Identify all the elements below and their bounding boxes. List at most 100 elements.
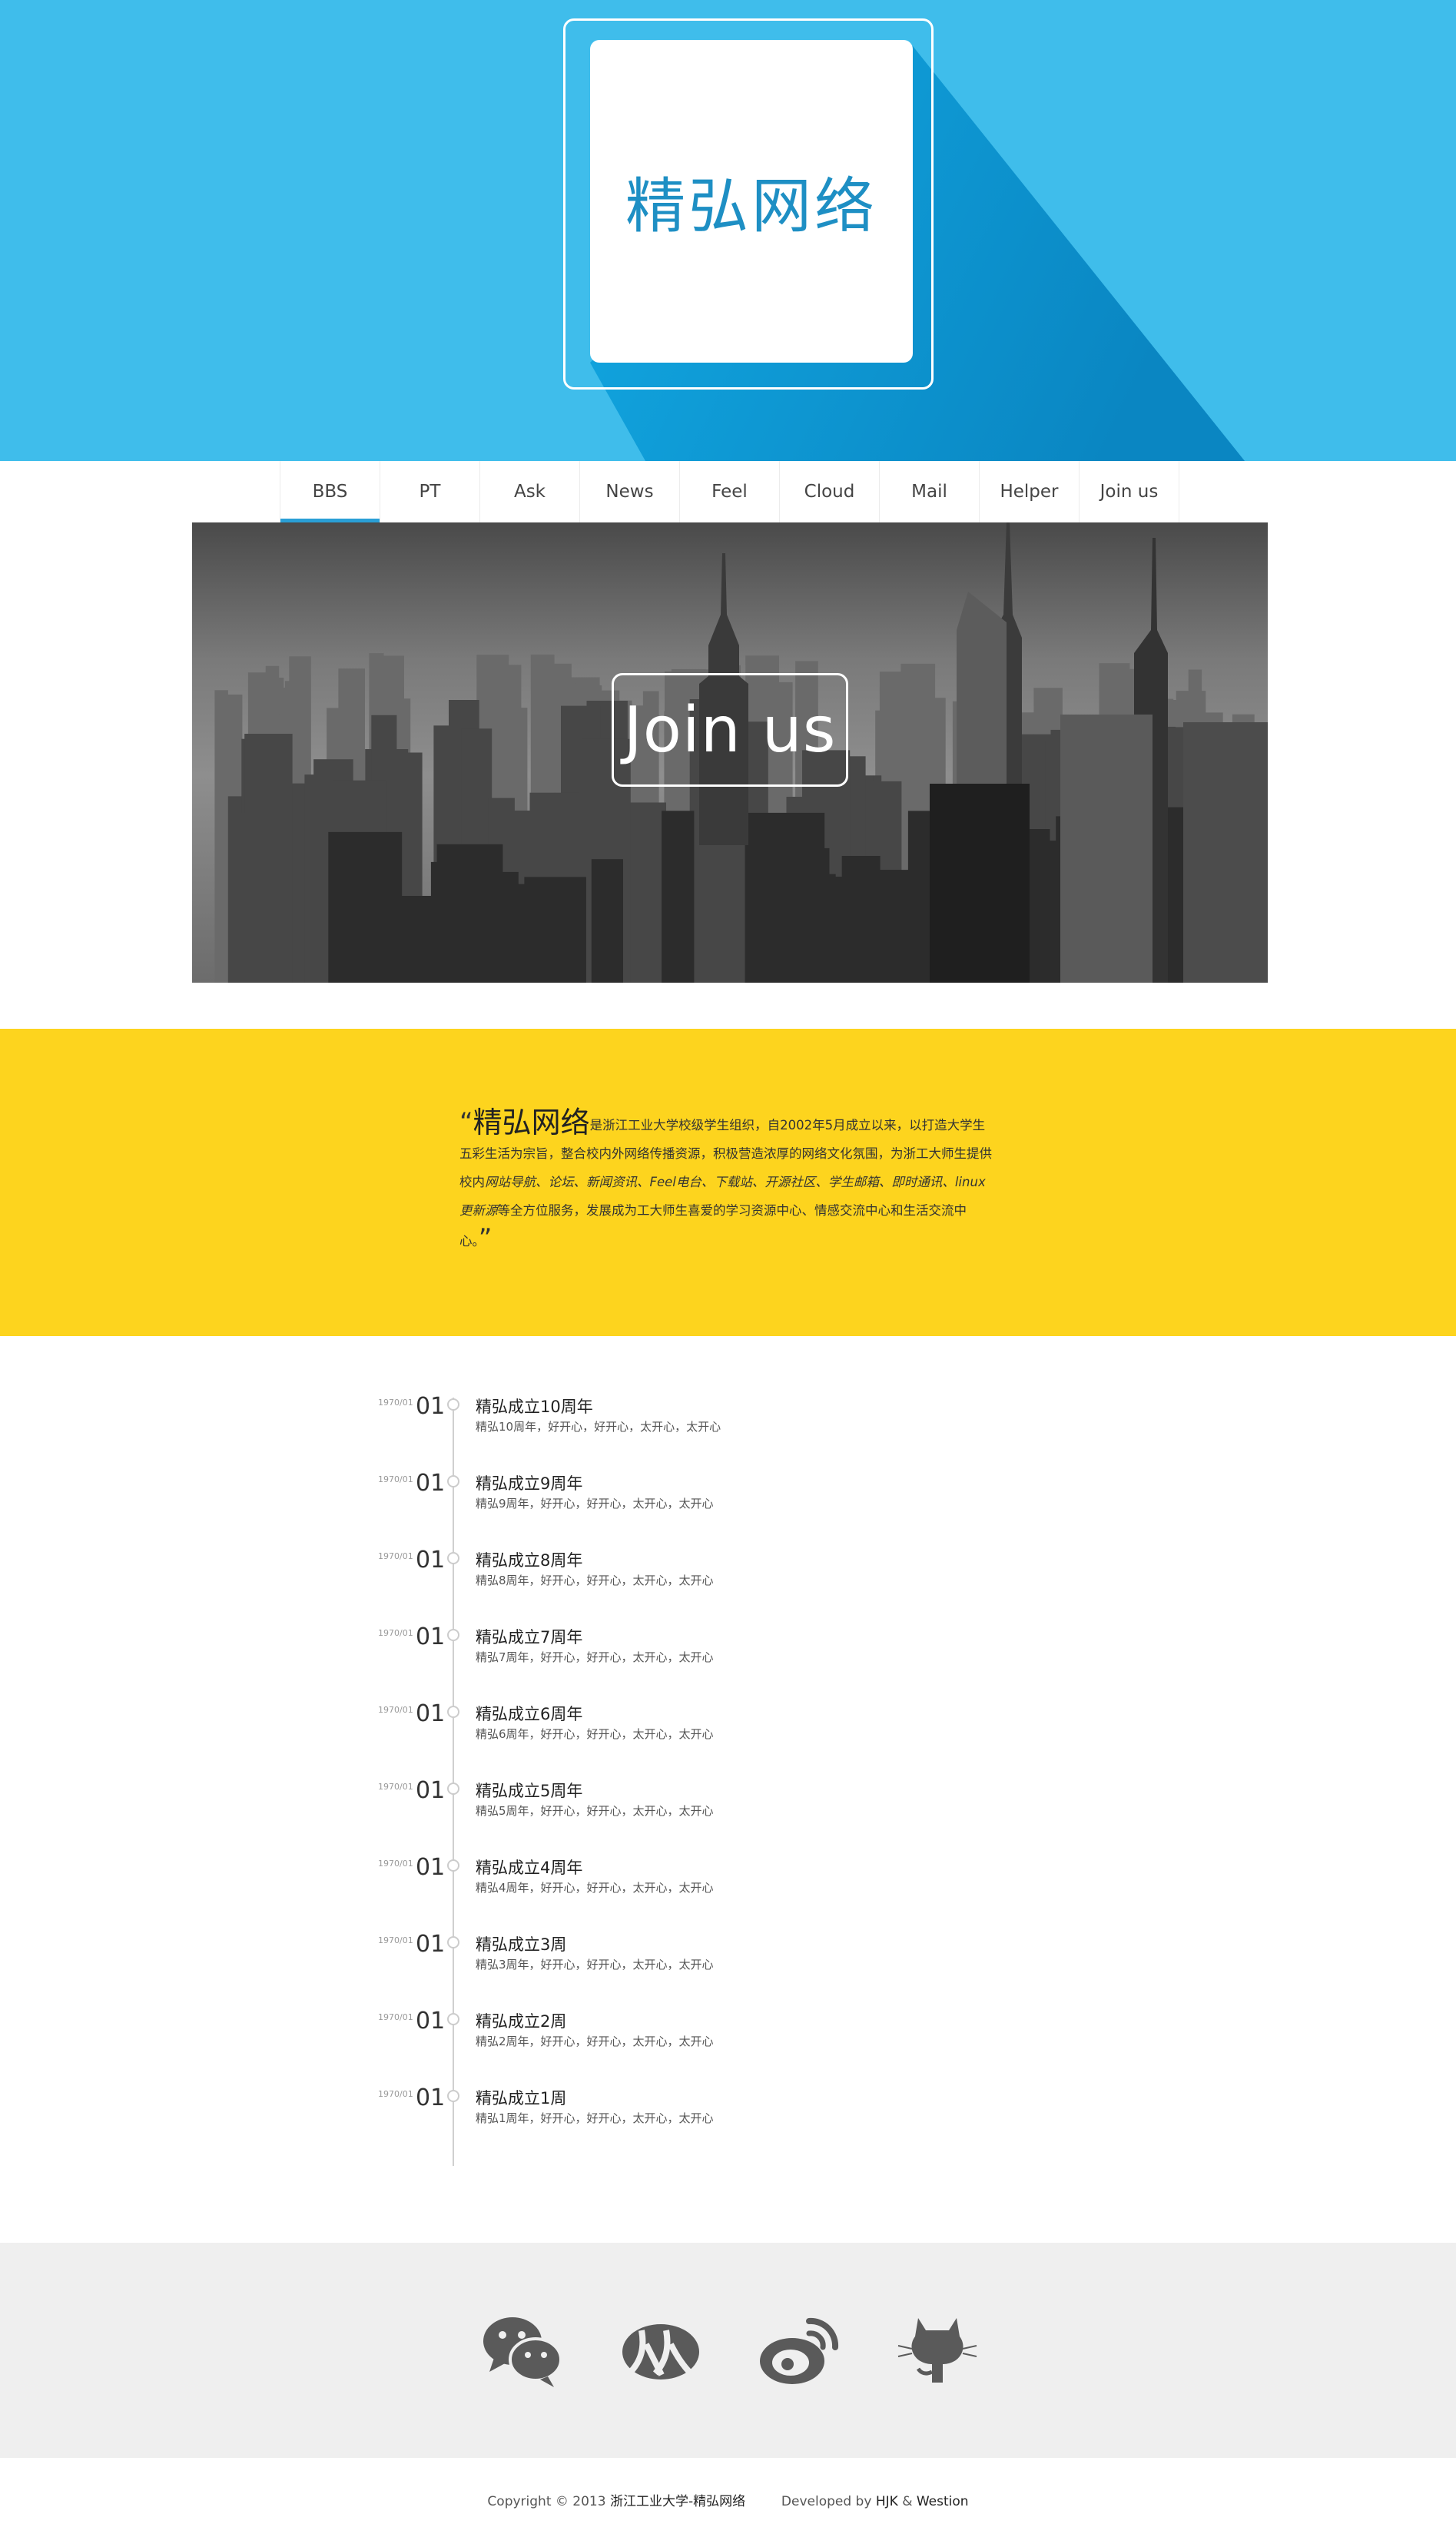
developer-2[interactable]: Westion [917,2494,969,2509]
timeline-title: 精弘成立2周 [476,2012,567,2031]
timeline-day: 01 [416,1623,446,1650]
nav-label: News [605,482,654,502]
timeline-date: 1970/01 [378,2089,413,2099]
skyline-building [436,844,503,983]
timeline-item: 1970/01 01 精弘成立4周年 精弘4周年，好开心，好开心，太开心，太开心 [0,1854,1456,1920]
intro-brand: 精弘网络 [473,1106,590,1139]
timeline-day: 01 [416,2008,446,2035]
skyline-building [662,811,695,983]
open-quote: “ [459,1107,473,1138]
intro-text-2: 等全方位服务，发展成为工大师生喜爱的学习资源中心、情感交流中心和生活交流中心。 [459,1203,967,1249]
skyline-building [768,874,836,983]
timeline: 1970/01 01 精弘成立10周年 精弘10周年，好开心，好开心，太开心，太… [0,1336,1456,2243]
timeline-dot [447,1706,459,1718]
timeline-dot [447,1783,459,1795]
timeline-date: 1970/01 [378,1859,413,1869]
nav-item-ask[interactable]: Ask [480,461,580,522]
header: 精弘网络 [0,0,1456,461]
timeline-desc: 精弘2周年，好开心，好开心，太开心，太开心 [476,2035,714,2048]
timeline-dot [447,1936,459,1948]
timeline-title: 精弘成立4周年 [476,1859,583,1877]
logo-text: 精弘网络 [625,172,877,241]
nav-item-feel[interactable]: Feel [680,461,780,522]
footer-org-link[interactable]: 浙江工业大学-精弘网络 [610,2494,745,2509]
timeline-item: 1970/01 01 精弘成立7周年 精弘7周年，好开心，好开心，太开心，太开心 [0,1623,1456,1690]
timeline-date: 1970/01 [378,2012,413,2022]
timeline-dot [447,1398,459,1411]
main-nav: BBS PT Ask News Feel Cloud Mail Helper J… [0,461,1456,522]
timeline-item: 1970/01 01 精弘成立1周 精弘1周年，好开心，好开心，太开心，太开心 [0,2084,1456,2151]
nav-label: BBS [312,482,348,502]
timeline-date: 1970/01 [378,1551,413,1561]
timeline-dot [447,1475,459,1487]
nav-label: Helper [1000,482,1059,502]
skyline-building [398,896,433,983]
timeline-item: 1970/01 01 精弘成立3周 精弘3周年，好开心，好开心，太开心，太开心 [0,1931,1456,1997]
developed-prefix: Developed by [781,2494,872,2509]
timeline-title: 精弘成立10周年 [476,1398,593,1416]
intro-section: “精弘网络是浙江工业大学校级学生组织，自2002年5月成立以来，以打造大学生五彩… [0,1029,1456,1336]
skyline-building [328,831,403,983]
github-icon[interactable] [895,2312,980,2389]
wechat-icon[interactable] [480,2312,565,2389]
join-us-button[interactable]: Join us [612,673,848,787]
footer: Copyright © 2013 浙江工业大学-精弘网络 Developed b… [0,2458,1456,2547]
timeline-day: 01 [416,2084,446,2111]
timeline-title: 精弘成立3周 [476,1935,567,1954]
timeline-date: 1970/01 [378,1935,413,1945]
skyline-building [591,859,623,983]
social-links [0,2243,1456,2458]
nav-item-helper[interactable]: Helper [980,461,1080,522]
timeline-date: 1970/01 [378,1474,413,1484]
nav-item-news[interactable]: News [580,461,680,522]
timeline-dot [447,1629,459,1641]
join-us-text: Join us [623,693,837,767]
intro-paragraph: “精弘网络是浙江工业大学校级学生组织，自2002年5月成立以来，以打造大学生五彩… [459,1106,997,1255]
timeline-day: 01 [416,1931,446,1958]
nav-item-cloud[interactable]: Cloud [780,461,880,522]
timeline-desc: 精弘1周年，好开心，好开心，太开心，太开心 [476,2111,714,2125]
timeline-title: 精弘成立8周年 [476,1551,583,1570]
nav-label: Ask [513,482,546,502]
timeline-desc: 精弘9周年，好开心，好开心，太开心，太开心 [476,1497,714,1511]
weibo-icon[interactable] [757,2312,841,2389]
nav-label: Mail [911,482,947,502]
nav-label: PT [419,482,441,502]
logo[interactable]: 精弘网络 [590,40,913,363]
nav-item-join-us[interactable]: Join us [1080,461,1179,522]
timeline-item: 1970/01 01 精弘成立6周年 精弘6周年，好开心，好开心，太开心，太开心 [0,1700,1456,1766]
timeline-desc: 精弘8周年，好开心，好开心，太开心，太开心 [476,1574,714,1587]
timeline-title: 精弘成立7周年 [476,1628,583,1647]
timeline-dot [447,2090,459,2102]
developer-1[interactable]: HJK [876,2494,898,2509]
timeline-item: 1970/01 01 精弘成立5周年 精弘5周年，好开心，好开心，太开心，太开心 [0,1777,1456,1843]
timeline-date: 1970/01 [378,1628,413,1638]
timeline-day: 01 [416,1393,446,1420]
renren-icon[interactable] [619,2312,703,2389]
timeline-date: 1970/01 [378,1705,413,1715]
nav-label: Cloud [804,482,855,502]
timeline-desc: 精弘7周年，好开心，好开心，太开心，太开心 [476,1650,714,1664]
timeline-title: 精弘成立1周 [476,2089,567,2108]
close-quote: ” [478,1223,493,1254]
developer-amp: & [902,2494,913,2509]
timeline-dot [447,2013,459,2025]
nav-item-pt[interactable]: PT [380,461,480,522]
timeline-title: 精弘成立9周年 [476,1474,583,1493]
nav-label: Join us [1099,482,1159,502]
timeline-title: 精弘成立6周年 [476,1705,583,1723]
timeline-day: 01 [416,1700,446,1727]
timeline-desc: 精弘10周年，好开心，好开心，太开心，太开心 [476,1420,721,1434]
timeline-dot [447,1552,459,1564]
skyline-building [238,813,270,983]
timeline-desc: 精弘3周年，好开心，好开心，太开心，太开心 [476,1958,714,1972]
timeline-date: 1970/01 [378,1398,413,1408]
timeline-desc: 精弘4周年，好开心，好开心，太开心，太开心 [476,1881,714,1895]
nav-item-mail[interactable]: Mail [880,461,980,522]
timeline-title: 精弘成立5周年 [476,1782,583,1800]
footer-copyright: Copyright © 2013 浙江工业大学-精弘网络 Developed b… [0,2490,1456,2509]
timeline-desc: 精弘5周年，好开心，好开心，太开心，太开心 [476,1804,714,1818]
timeline-item: 1970/01 01 精弘成立2周 精弘2周年，好开心，好开心，太开心，太开心 [0,2008,1456,2074]
nav-label: Feel [711,482,748,502]
nav-item-bbs[interactable]: BBS [280,461,380,522]
